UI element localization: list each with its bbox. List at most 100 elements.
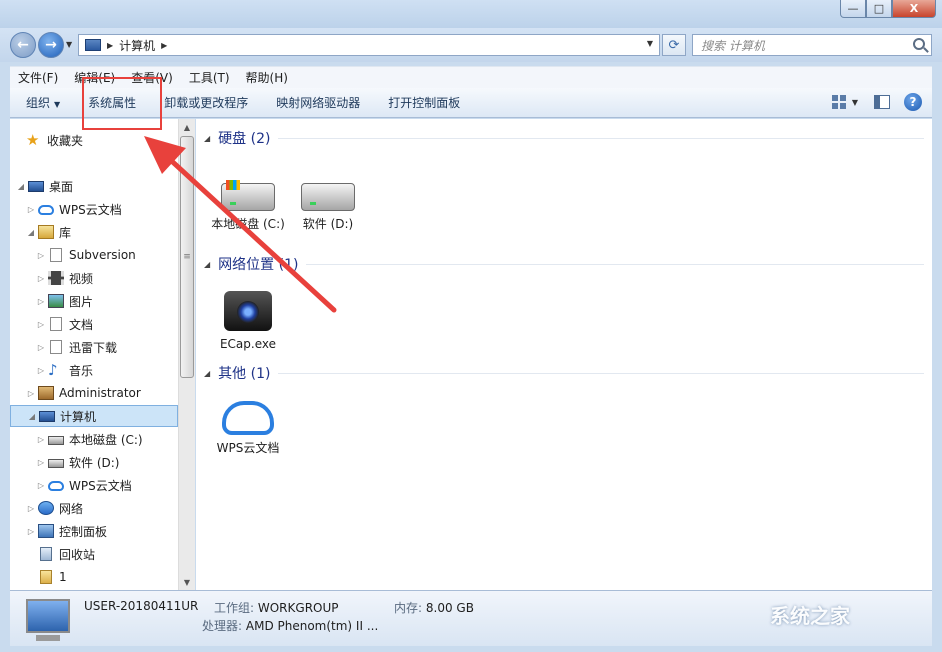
open-control-panel-button[interactable]: 打开控制面板 [388, 94, 460, 111]
computer-icon [26, 599, 70, 641]
tree-label: 音乐 [69, 363, 94, 378]
tree-item-control-panel[interactable]: ▷ 控制面板 [26, 520, 107, 542]
group-network-locations[interactable]: ◢ 网络位置 (1) [204, 254, 924, 274]
tree-item-desktop[interactable]: ◢ 桌面 [16, 175, 73, 197]
tree-item-libraries[interactable]: ◢ 库 [26, 221, 71, 243]
drive-c-tile[interactable]: 本地磁盘 (C:) [208, 180, 288, 232]
scroll-down-icon[interactable]: ▼ [179, 574, 195, 590]
computer-icon [85, 39, 101, 51]
tree-label: WPS云文档 [59, 202, 122, 217]
search-icon[interactable] [913, 38, 925, 50]
ecap-tile[interactable]: ECap.exe [208, 291, 288, 352]
collapse-arrow-icon[interactable]: ▷ [26, 504, 36, 513]
collapse-arrow-icon[interactable]: ▷ [36, 297, 46, 306]
map-network-drive-button[interactable]: 映射网络驱动器 [276, 94, 360, 111]
view-controls: ▼ ? [831, 93, 922, 111]
forward-button[interactable]: → [38, 32, 64, 58]
workgroup-info: 工作组: WORKGROUP [214, 599, 339, 616]
tree-label: 软件 (D:) [69, 455, 120, 470]
maximize-button[interactable]: □ [866, 0, 892, 18]
scroll-thumb[interactable]: ≡ [180, 136, 194, 378]
computer-icon [39, 410, 55, 422]
group-other[interactable]: ◢ 其他 (1) [204, 363, 924, 383]
hard-drive-icon [48, 436, 64, 445]
tree-item-wps-cloud-2[interactable]: ▷ WPS云文档 [36, 474, 132, 496]
tree-item-administrator[interactable]: ▷ Administrator [26, 382, 141, 404]
tree-item-downloads[interactable]: ▷ 迅雷下载 [36, 336, 117, 358]
drive-d-tile[interactable]: 软件 (D:) [288, 183, 368, 232]
navigation-scrollbar[interactable]: ▲ ≡ ▼ [178, 119, 195, 590]
collapse-arrow-icon[interactable]: ▷ [26, 205, 36, 214]
collapse-arrow-icon[interactable]: ▷ [36, 366, 46, 375]
collapse-group-icon[interactable]: ◢ [204, 134, 210, 143]
tree-item-local-disk-c[interactable]: ▷ 本地磁盘 (C:) [36, 428, 143, 450]
expand-arrow-icon[interactable]: ◢ [26, 228, 36, 237]
back-button[interactable]: ← [10, 32, 36, 58]
hard-drive-icon [48, 459, 64, 468]
picture-icon [48, 294, 64, 308]
tree-item-wps-cloud[interactable]: ▷ WPS云文档 [26, 198, 122, 220]
folder-icon [40, 570, 52, 584]
collapse-arrow-icon[interactable]: ▷ [36, 274, 46, 283]
uninstall-program-button[interactable]: 卸载或更改程序 [164, 94, 248, 111]
minimize-button[interactable]: — [840, 0, 866, 18]
group-hard-drives[interactable]: ◢ 硬盘 (2) [204, 128, 924, 148]
menu-help[interactable]: 帮助(H) [246, 69, 288, 86]
tree-label: WPS云文档 [69, 478, 132, 493]
tree-item-pictures[interactable]: ▷ 图片 [36, 290, 93, 312]
menu-tools[interactable]: 工具(T) [189, 69, 230, 86]
refresh-icon: ⟳ [668, 37, 680, 53]
processor-label: 处理器: [202, 619, 243, 633]
tree-item-folder-1[interactable]: 1 [38, 566, 67, 588]
tree-item-network[interactable]: ▷ 网络 [26, 497, 83, 519]
breadcrumb-separator-icon[interactable]: ▶ [161, 41, 167, 50]
arrow-left-icon: ← [17, 37, 29, 53]
navigation-pane: ★ 收藏夹 ◢ 桌面 ▷ WPS云文档 ◢ 库 ▷ Subversion ▷ 视… [10, 119, 178, 590]
cloud-icon [48, 481, 64, 491]
expand-arrow-icon[interactable]: ◢ [16, 182, 26, 191]
preview-pane-icon[interactable] [874, 95, 890, 109]
recent-pages-dropdown[interactable]: ▼ [66, 40, 72, 49]
memory-label: 内存: [394, 601, 423, 615]
expand-arrow-icon[interactable]: ◢ [27, 412, 37, 421]
scroll-up-icon[interactable]: ▲ [179, 119, 195, 135]
tree-item-subversion[interactable]: ▷ Subversion [36, 244, 136, 266]
collapse-arrow-icon[interactable]: ▷ [36, 458, 46, 467]
change-view-icon[interactable] [831, 95, 846, 109]
help-icon[interactable]: ? [904, 93, 922, 111]
collapse-arrow-icon[interactable]: ▷ [36, 343, 46, 352]
group-divider [278, 372, 924, 374]
organize-button[interactable]: 组织 ▼ [26, 94, 60, 111]
tree-item-videos[interactable]: ▷ 视频 [36, 267, 93, 289]
collapse-group-icon[interactable]: ◢ [204, 260, 210, 269]
chevron-down-icon: ▼ [54, 100, 61, 109]
menu-file[interactable]: 文件(F) [18, 69, 58, 86]
group-divider [278, 137, 924, 139]
tree-item-computer[interactable]: ◢ 计算机 [10, 405, 178, 427]
processor-info: 处理器: AMD Phenom(tm) II ... [202, 617, 378, 634]
collapse-arrow-icon[interactable]: ▷ [26, 527, 36, 536]
tree-item-soft-d[interactable]: ▷ 软件 (D:) [36, 451, 120, 473]
tree-item-favorites[interactable]: ★ 收藏夹 [26, 129, 83, 151]
music-note-icon: ♪ [48, 361, 58, 379]
breadcrumb-separator-icon[interactable]: ▶ [107, 41, 113, 50]
address-bar[interactable]: ▶ 计算机 ▶ ▼ [78, 34, 660, 56]
tree-item-music[interactable]: ▷ ♪ 音乐 [36, 359, 93, 381]
tree-item-recycle-bin[interactable]: 回收站 [38, 543, 95, 565]
collapse-arrow-icon[interactable]: ▷ [36, 251, 46, 260]
collapse-arrow-icon[interactable]: ▷ [36, 320, 46, 329]
collapse-group-icon[interactable]: ◢ [204, 369, 210, 378]
view-options-dropdown-icon[interactable]: ▼ [852, 98, 858, 107]
collapse-arrow-icon[interactable]: ▷ [26, 389, 36, 398]
wps-cloud-tile[interactable]: WPS云文档 [208, 401, 288, 456]
close-button[interactable]: X [892, 0, 936, 18]
collapse-arrow-icon[interactable]: ▷ [36, 435, 46, 444]
collapse-arrow-icon[interactable]: ▷ [36, 481, 46, 490]
search-input[interactable]: 搜索 计算机 [692, 34, 932, 56]
hard-drive-icon [301, 183, 355, 211]
document-icon [50, 248, 62, 262]
tree-item-documents[interactable]: ▷ 文档 [36, 313, 93, 335]
breadcrumb-computer[interactable]: 计算机 [119, 37, 155, 54]
address-dropdown-icon[interactable]: ▼ [647, 39, 653, 48]
refresh-button[interactable]: ⟳ [662, 34, 686, 56]
